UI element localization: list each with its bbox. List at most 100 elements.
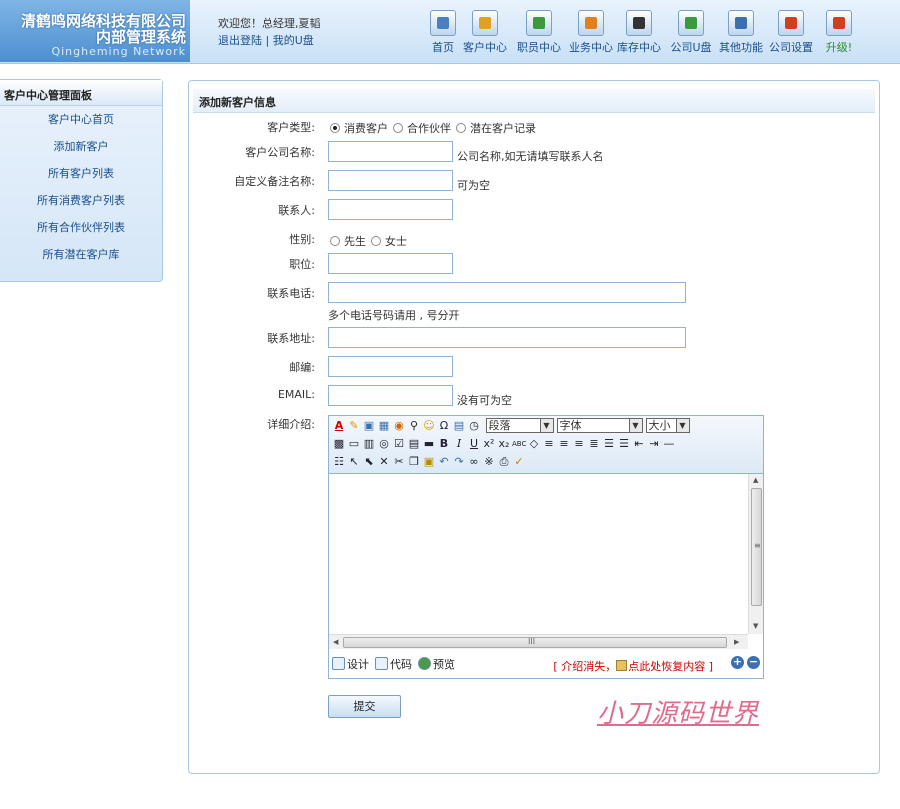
radio-button[interactable]	[371, 236, 381, 246]
code-icon	[375, 657, 388, 670]
sidebar-item[interactable]: 所有合作伙伴列表	[0, 214, 162, 241]
font-color-icon[interactable]: A	[332, 419, 346, 433]
clean-icon[interactable]: ✓	[512, 455, 526, 469]
time-icon[interactable]: ◷	[467, 419, 481, 433]
redo-icon[interactable]: ↷	[452, 455, 466, 469]
editor-horizontal-scrollbar[interactable]: ◀ III ▶	[329, 634, 748, 649]
sidebar-item[interactable]: 所有客户列表	[0, 160, 162, 187]
underline-icon[interactable]: U	[467, 437, 481, 451]
scroll-left-icon[interactable]: ◀	[333, 638, 338, 646]
select-all-icon[interactable]: ⬉	[362, 455, 376, 469]
nav-item-3[interactable]: 业务中心	[565, 8, 617, 55]
sidebar-item[interactable]: 添加新客户	[0, 133, 162, 160]
scroll-right-icon[interactable]: ▶	[734, 638, 739, 646]
design-mode-tab[interactable]: 设计	[332, 656, 369, 672]
position-input[interactable]	[328, 253, 453, 274]
vertical-scroll-thumb[interactable]: ≡	[751, 488, 762, 606]
scroll-up-icon[interactable]: ▲	[753, 476, 758, 484]
eraser-icon[interactable]: ◇	[527, 437, 541, 451]
select-icon[interactable]: ↖	[347, 455, 361, 469]
gender-option[interactable]: 女士	[371, 235, 407, 248]
radio-button[interactable]	[393, 123, 403, 133]
outdent-icon[interactable]: ⇤	[632, 437, 646, 451]
customer-type-option[interactable]: 潜在客户记录	[456, 122, 536, 135]
flash-icon[interactable]: ▩	[332, 437, 346, 451]
unlink-icon[interactable]: ※	[482, 455, 496, 469]
zip-input[interactable]	[328, 356, 453, 377]
sidebar-item[interactable]: 所有潜在客户库	[0, 241, 162, 268]
gender-option[interactable]: 先生	[330, 235, 366, 248]
copy-icon[interactable]: ❐	[407, 455, 421, 469]
image-icon[interactable]: ▣	[362, 419, 376, 433]
radio-button[interactable]	[456, 123, 466, 133]
my-disk-link[interactable]: 我的U盘	[273, 34, 314, 47]
special-char-icon[interactable]: Ω	[437, 419, 451, 433]
nav-item-1[interactable]: 客户中心	[459, 8, 511, 55]
code-mode-tab[interactable]: 代码	[375, 656, 412, 672]
paste-icon[interactable]: ▣	[422, 455, 436, 469]
form-icon[interactable]: ▥	[362, 437, 376, 451]
nav-item-2[interactable]: 职员中心	[513, 8, 565, 55]
nav-item-7[interactable]: 公司设置	[765, 8, 817, 55]
nav-item-4[interactable]: 库存中心	[613, 8, 665, 55]
unordered-list-icon[interactable]: ☰	[617, 437, 631, 451]
textfield-icon[interactable]: ▤	[407, 437, 421, 451]
italic-icon[interactable]: I	[452, 437, 466, 451]
email-input[interactable]	[328, 385, 453, 406]
date-icon[interactable]: ▤	[452, 419, 466, 433]
horizontal-scroll-thumb[interactable]: III	[343, 637, 727, 648]
print-icon[interactable]: ⎙	[497, 455, 511, 469]
restore-content-link[interactable]: [ 介绍消失， 点此处恢复内容 ]	[553, 658, 713, 674]
align-center-icon[interactable]: ≡	[557, 437, 571, 451]
spellcheck-icon[interactable]: ABC	[512, 437, 526, 451]
radio-button[interactable]	[330, 123, 340, 133]
submit-button[interactable]: 提交	[328, 695, 401, 718]
cut-icon[interactable]: ✂	[392, 455, 406, 469]
bold-icon[interactable]: B	[437, 437, 451, 451]
find-icon[interactable]: ⚲	[407, 419, 421, 433]
superscript-icon[interactable]: x²	[482, 437, 496, 451]
contact-input[interactable]	[328, 199, 453, 220]
undo-icon[interactable]: ↶	[437, 455, 451, 469]
expand-editor-icon[interactable]: +	[731, 656, 744, 669]
size-select[interactable]: 大小 ▼	[645, 418, 690, 433]
iframe-icon[interactable]: ▭	[347, 437, 361, 451]
checkbox-icon[interactable]: ☑	[392, 437, 406, 451]
preview-mode-tab[interactable]: 预览	[418, 656, 455, 672]
indent-icon[interactable]: ⇥	[647, 437, 661, 451]
remark-name-input[interactable]	[328, 170, 453, 191]
align-justify-icon[interactable]: ≣	[587, 437, 601, 451]
customer-type-option[interactable]: 合作伙伴	[393, 122, 451, 135]
sidebar-item[interactable]: 所有消费客户列表	[0, 187, 162, 214]
align-right-icon[interactable]: ≡	[572, 437, 586, 451]
sidebar-item[interactable]: 客户中心首页	[0, 106, 162, 133]
nav-item-5[interactable]: 公司U盘	[665, 8, 717, 55]
logout-link[interactable]: 退出登陆	[218, 34, 262, 47]
align-left-icon[interactable]: ≡	[542, 437, 556, 451]
editor-vertical-scrollbar[interactable]: ▲ ≡ ▼	[748, 474, 763, 634]
paste-text-icon[interactable]: ☷	[332, 455, 346, 469]
delete-icon[interactable]: ✕	[377, 455, 391, 469]
nav-item-6[interactable]: 其他功能	[715, 8, 767, 55]
nav-item-8[interactable]: 升级!	[813, 8, 865, 55]
phone-input[interactable]	[328, 282, 686, 303]
horizontal-line-icon[interactable]: —	[662, 437, 676, 451]
editor-content-area[interactable]: ▲ ≡ ▼ ◀ III ▶	[329, 474, 763, 649]
highlight-icon[interactable]: ✎	[347, 419, 361, 433]
radio-icon[interactable]: ◎	[377, 437, 391, 451]
font-select[interactable]: 字体 ▼	[556, 418, 643, 433]
radio-button[interactable]	[330, 236, 340, 246]
address-input[interactable]	[328, 327, 686, 348]
table-icon[interactable]: ▦	[377, 419, 391, 433]
shrink-editor-icon[interactable]: −	[747, 656, 760, 669]
emoticon-icon[interactable]: ☺	[422, 419, 436, 433]
link-icon[interactable]: ∞	[467, 455, 481, 469]
company-name-input[interactable]	[328, 141, 453, 162]
subscript-icon[interactable]: x₂	[497, 437, 511, 451]
hr-icon[interactable]: ▬	[422, 437, 436, 451]
paragraph-select[interactable]: 段落 ▼	[485, 418, 554, 433]
ordered-list-icon[interactable]: ☰	[602, 437, 616, 451]
media-icon[interactable]: ◉	[392, 419, 406, 433]
scroll-down-icon[interactable]: ▼	[753, 622, 758, 630]
customer-type-option[interactable]: 消费客户	[330, 122, 388, 135]
